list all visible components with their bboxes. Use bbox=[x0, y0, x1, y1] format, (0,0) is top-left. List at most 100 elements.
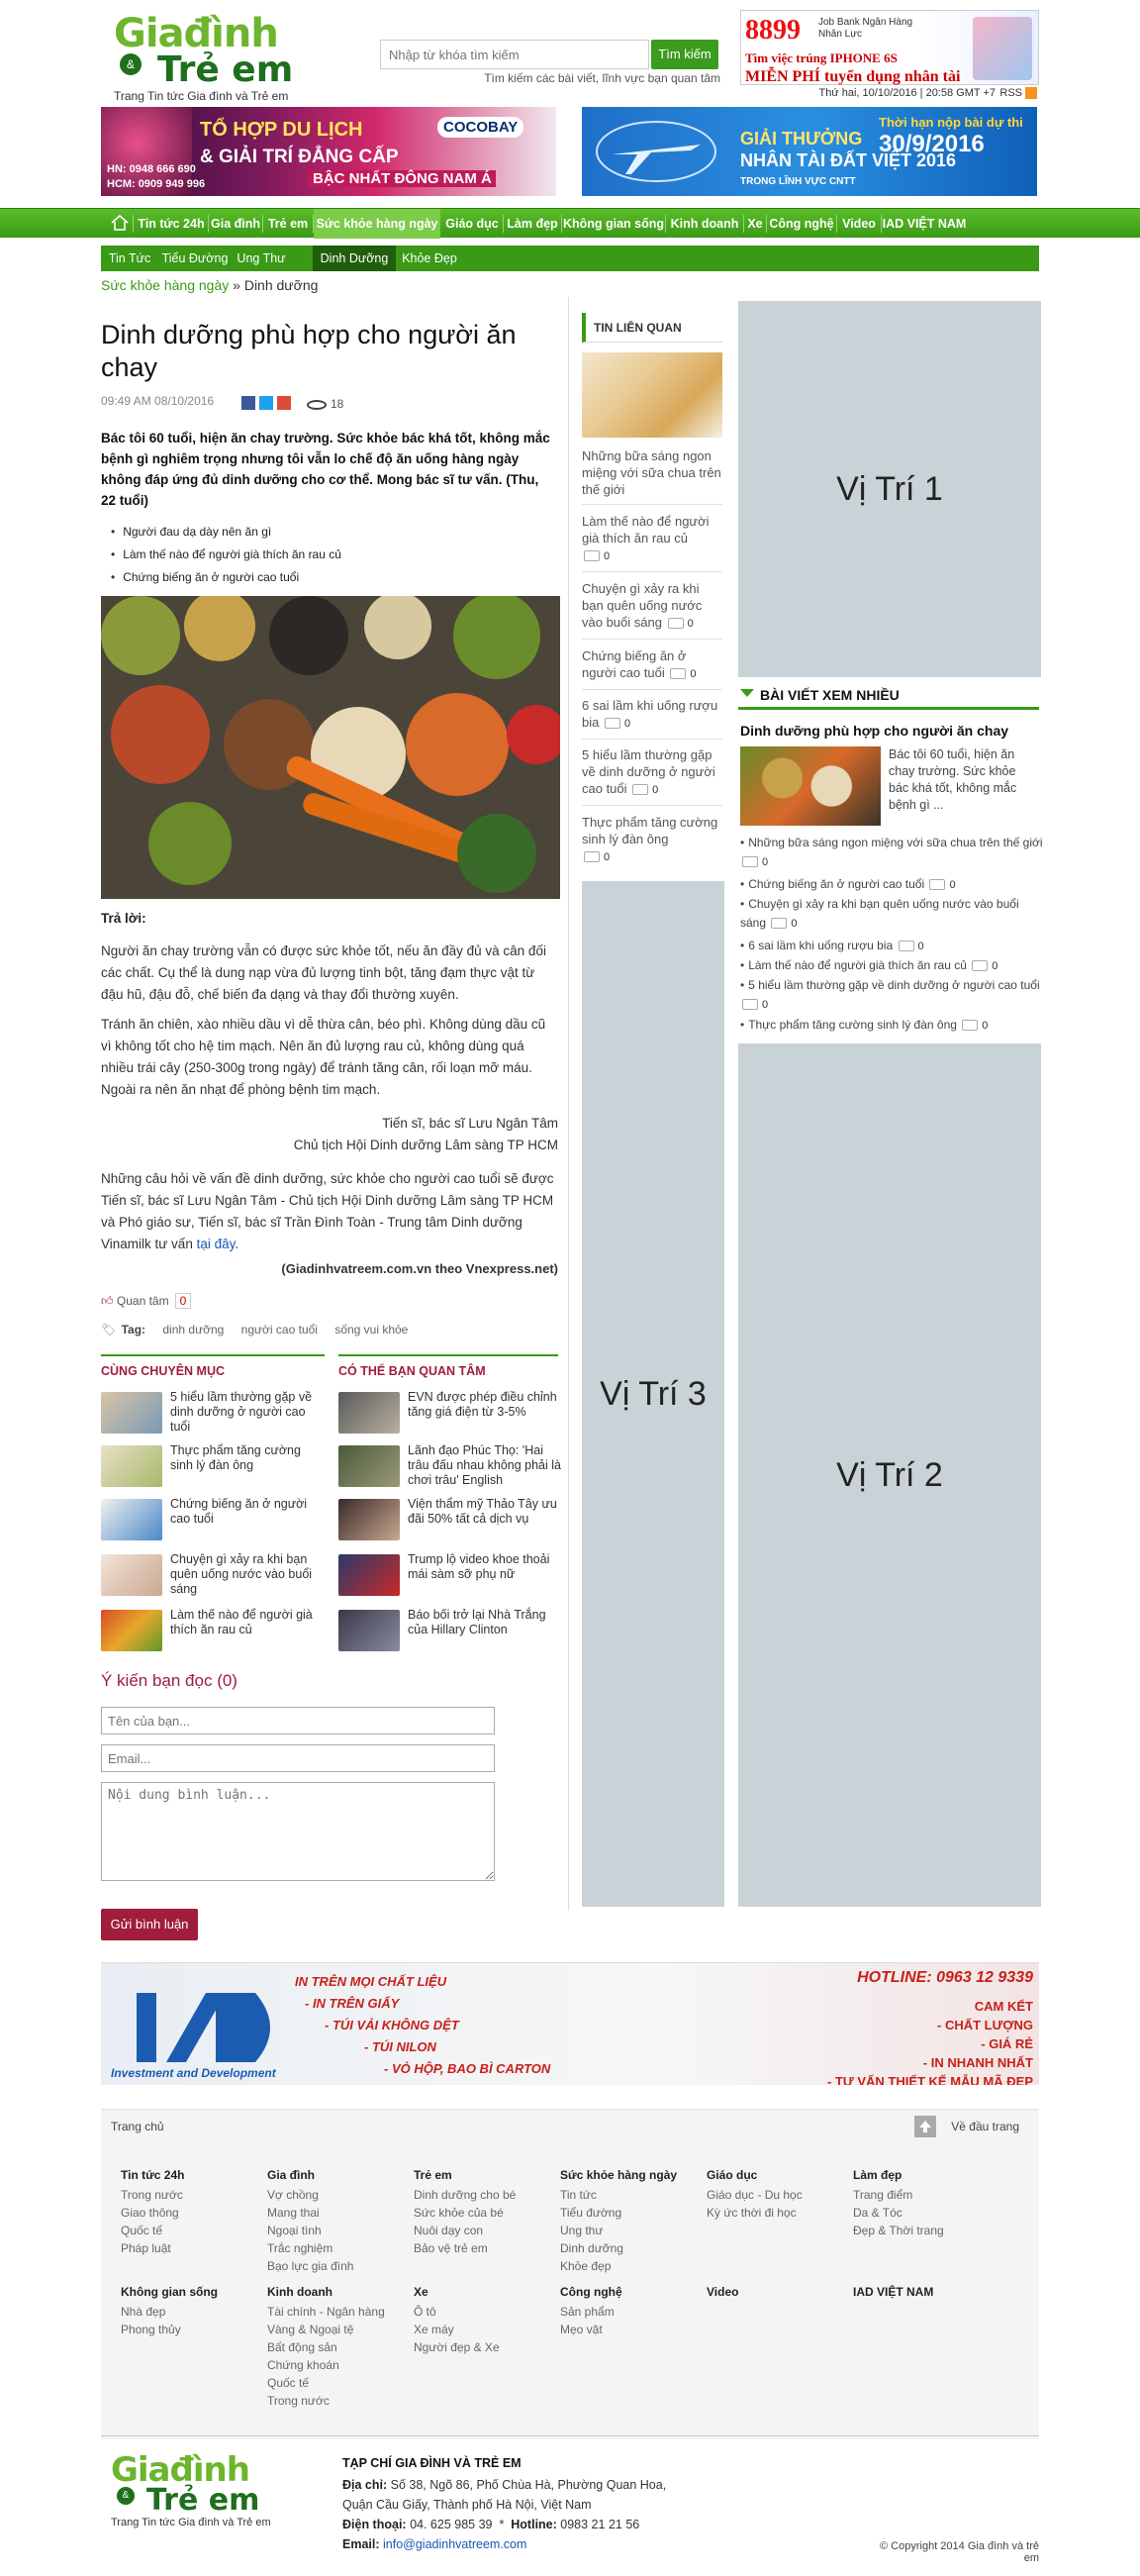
comment-content-field[interactable] bbox=[101, 1782, 495, 1881]
footer-link[interactable]: Giao thông bbox=[121, 2204, 184, 2222]
most-viewed-item[interactable]: Chuyện gì xảy ra khi bạn quên uống nước … bbox=[740, 895, 1043, 934]
footer-link[interactable]: Chứng khoán bbox=[267, 2356, 385, 2374]
footer-link[interactable]: Bạo lực gia đình bbox=[267, 2257, 353, 2275]
footer-col-heading[interactable]: Sức khỏe hàng ngày bbox=[560, 2166, 677, 2184]
ad-slot-1[interactable]: Vị Trí 1 bbox=[738, 301, 1041, 677]
footer-link[interactable]: Pháp luật bbox=[121, 2239, 184, 2257]
footer-link[interactable]: Khỏe đẹp bbox=[560, 2257, 677, 2275]
nav-item-kinh-doanh[interactable]: Kinh doanh bbox=[666, 209, 743, 239]
bullet-link[interactable]: Làm thế nào để người già thích ăn rau củ bbox=[111, 544, 556, 566]
tag-link[interactable]: người cao tuổi bbox=[241, 1323, 318, 1337]
nav-item-suc-khoe[interactable]: Sức khỏe hàng ngày bbox=[314, 209, 440, 239]
footer-link[interactable]: Sức khỏe của bé bbox=[414, 2204, 516, 2222]
like-widget[interactable]: 👍︎ Quan tâm 0 bbox=[101, 1293, 192, 1309]
footer-link[interactable]: Ô tô bbox=[414, 2303, 500, 2321]
nav-item-giao-duc[interactable]: Giáo dục bbox=[441, 209, 503, 239]
most-viewed-thumbnail[interactable] bbox=[740, 746, 881, 826]
footer-link[interactable]: Trong nước bbox=[121, 2186, 184, 2204]
footer-link[interactable]: Đẹp & Thời trang bbox=[853, 2222, 944, 2239]
comment-name-field[interactable] bbox=[101, 1707, 495, 1734]
most-viewed-item[interactable]: 5 hiểu lầm thường gặp về dinh dưỡng ở ng… bbox=[740, 976, 1043, 1015]
send-comment-button[interactable]: Gửi bình luận bbox=[101, 1909, 198, 1940]
google-plus-share-icon[interactable] bbox=[277, 396, 291, 410]
footer-link[interactable]: Kỳ ức thời đi học bbox=[707, 2204, 803, 2222]
banner-nhan-tai-dat-viet[interactable]: GIẢI THƯỞNG NHÂN TÀI ĐẤT VIỆT 2016 Thời … bbox=[582, 107, 1037, 196]
nav-item-lam-dep[interactable]: Làm đẹp bbox=[504, 209, 561, 239]
related-item[interactable]: 6 sai lầm khi uống rượu bia 0 bbox=[582, 697, 722, 740]
most-viewed-item[interactable]: Những bữa sáng ngon miệng với sữa chua t… bbox=[740, 834, 1043, 872]
footer-link[interactable]: Phong thủy bbox=[121, 2321, 218, 2338]
footer-banner-iad[interactable]: Investment and Development IN TRÊN MỌI C… bbox=[101, 1962, 1039, 2085]
related-item[interactable]: Những bữa sáng ngon miệng với sữa chua t… bbox=[582, 447, 722, 505]
footer-link[interactable]: Bất động sản bbox=[267, 2338, 385, 2356]
related-item[interactable]: Chứng biếng ăn ở người cao tuổi 0 bbox=[582, 647, 722, 690]
list-item[interactable]: Chứng biếng ăn ở người cao tuổi bbox=[101, 1497, 325, 1540]
site-logo[interactable]: Giađình & Trẻ em Trang Tin tức Gia đình … bbox=[114, 14, 322, 103]
nav-item-iad[interactable]: IAD VIỆT NAM bbox=[882, 209, 967, 239]
subnav-khoe-dep[interactable]: Khỏe Đẹp bbox=[398, 246, 461, 271]
nav-item-gia-dinh[interactable]: Gia đình bbox=[209, 209, 262, 239]
footer-link[interactable]: Xe máy bbox=[414, 2321, 500, 2338]
nav-item-khong-gian-song[interactable]: Không gian sống bbox=[562, 209, 665, 239]
nav-item-xe[interactable]: Xe bbox=[744, 209, 766, 239]
footer-col-heading[interactable]: Không gian sống bbox=[121, 2283, 218, 2301]
footer-col-heading[interactable]: Video bbox=[707, 2283, 738, 2301]
footer-col-heading[interactable]: Gia đình bbox=[267, 2166, 353, 2184]
footer-logo[interactable]: Giađình & Trẻ em Trang Tin tức Gia đình … bbox=[111, 2453, 299, 2528]
list-item[interactable]: Chuyện gì xảy ra khi bạn quên uống nước … bbox=[101, 1552, 325, 1596]
footer-home-link[interactable]: Trang chủ bbox=[111, 2120, 164, 2133]
most-viewed-top-title[interactable]: Dinh dưỡng phù hợp cho người ăn chay bbox=[740, 723, 1037, 739]
most-viewed-item[interactable]: Chứng biếng ăn ở người cao tuổi 0 bbox=[740, 875, 1043, 895]
footer-link[interactable]: Vợ chồng bbox=[267, 2186, 353, 2204]
footer-link[interactable]: Tin tức bbox=[560, 2186, 677, 2204]
footer-link[interactable]: Sản phẩm bbox=[560, 2303, 622, 2321]
ad-slot-2[interactable]: Vị Trí 2 bbox=[738, 1043, 1041, 1907]
email-link[interactable]: info@giadinhvatreem.com bbox=[383, 2537, 526, 2551]
footer-link[interactable]: Trang điểm bbox=[853, 2186, 944, 2204]
bullet-link[interactable]: Người đau dạ dày nên ăn gì bbox=[111, 521, 556, 544]
footer-link[interactable]: Nhà đẹp bbox=[121, 2303, 218, 2321]
arrow-up-icon[interactable] bbox=[914, 2116, 936, 2137]
nav-item-video[interactable]: Video bbox=[837, 209, 881, 239]
related-item[interactable]: 5 hiểu lầm thường gặp về dinh dưỡng ở ng… bbox=[582, 746, 722, 806]
footer-link[interactable]: Tài chính - Ngân hàng bbox=[267, 2303, 385, 2321]
bullet-link[interactable]: Chứng biếng ăn ở người cao tuổi bbox=[111, 566, 556, 589]
footer-link[interactable]: Vàng & Ngoại tệ bbox=[267, 2321, 385, 2338]
list-item[interactable]: Báo bối trở lại Nhà Trắng của Hillary Cl… bbox=[338, 1608, 562, 1651]
home-icon[interactable] bbox=[111, 215, 129, 231]
footer-link[interactable]: Quốc tế bbox=[267, 2374, 385, 2392]
facebook-share-icon[interactable] bbox=[241, 396, 255, 410]
footer-col-heading[interactable]: Giáo dục bbox=[707, 2166, 803, 2184]
footer-link[interactable]: Mang thai bbox=[267, 2204, 353, 2222]
back-to-top-link[interactable]: Về đầu trang bbox=[951, 2120, 1019, 2133]
footer-link[interactable]: Ung thư bbox=[560, 2222, 677, 2239]
search-button[interactable]: Tìm kiếm bbox=[651, 40, 718, 69]
list-item[interactable]: Lãnh đạo Phúc Thọ: 'Hai trâu đấu nhau kh… bbox=[338, 1443, 562, 1487]
footer-link[interactable]: Da & Tóc bbox=[853, 2204, 944, 2222]
related-item[interactable]: Thực phẩm tăng cường sinh lý đàn ông 0 bbox=[582, 814, 722, 872]
footer-col-heading[interactable]: Trẻ em bbox=[414, 2166, 516, 2184]
footer-link[interactable]: Bảo vệ trẻ em bbox=[414, 2239, 516, 2257]
top-right-ad[interactable]: 8899 Job Bank Ngân Hàng Nhân Lực Tìm việ… bbox=[740, 10, 1039, 85]
subnav-tieu-duong[interactable]: Tiểu Đường bbox=[158, 246, 232, 271]
tag-link[interactable]: sống vui khỏe bbox=[334, 1323, 408, 1337]
twitter-share-icon[interactable] bbox=[259, 396, 273, 410]
search-input[interactable] bbox=[380, 40, 649, 69]
footer-link[interactable]: Giáo dục - Du học bbox=[707, 2186, 803, 2204]
rss-link[interactable]: RSS bbox=[998, 87, 1037, 103]
ad-slot-3[interactable]: Vị Trí 3 bbox=[582, 881, 724, 1907]
footer-link[interactable]: Quốc tế bbox=[121, 2222, 184, 2239]
breadcrumb-parent[interactable]: Sức khỏe hàng ngày bbox=[101, 277, 229, 293]
most-viewed-item[interactable]: Thực phẩm tăng cường sinh lý đàn ông 0 bbox=[740, 1016, 1043, 1036]
related-item[interactable]: Chuyện gì xảy ra khi bạn quên uống nước … bbox=[582, 580, 722, 640]
list-item[interactable]: Viện thẩm mỹ Thảo Tây ưu đãi 50% tất cả … bbox=[338, 1497, 562, 1540]
footer-link[interactable]: Mẹo vặt bbox=[560, 2321, 622, 2338]
related-thumbnail[interactable] bbox=[582, 352, 722, 438]
list-item[interactable]: Trump lộ video khoe thoải mái sàm sỡ phụ… bbox=[338, 1552, 562, 1596]
nav-item-tin-tuc-24h[interactable]: Tin tức 24h bbox=[135, 209, 208, 239]
list-item[interactable]: Thực phẩm tăng cường sinh lý đàn ông bbox=[101, 1443, 325, 1487]
footer-link[interactable]: Ngoại tình bbox=[267, 2222, 353, 2239]
list-item[interactable]: 5 hiểu lầm thường gặp về dinh dưỡng ở ng… bbox=[101, 1390, 325, 1434]
list-item[interactable]: Làm thế nào để người già thích ăn rau củ bbox=[101, 1608, 325, 1651]
footer-link[interactable]: Dinh dưỡng bbox=[560, 2239, 677, 2257]
